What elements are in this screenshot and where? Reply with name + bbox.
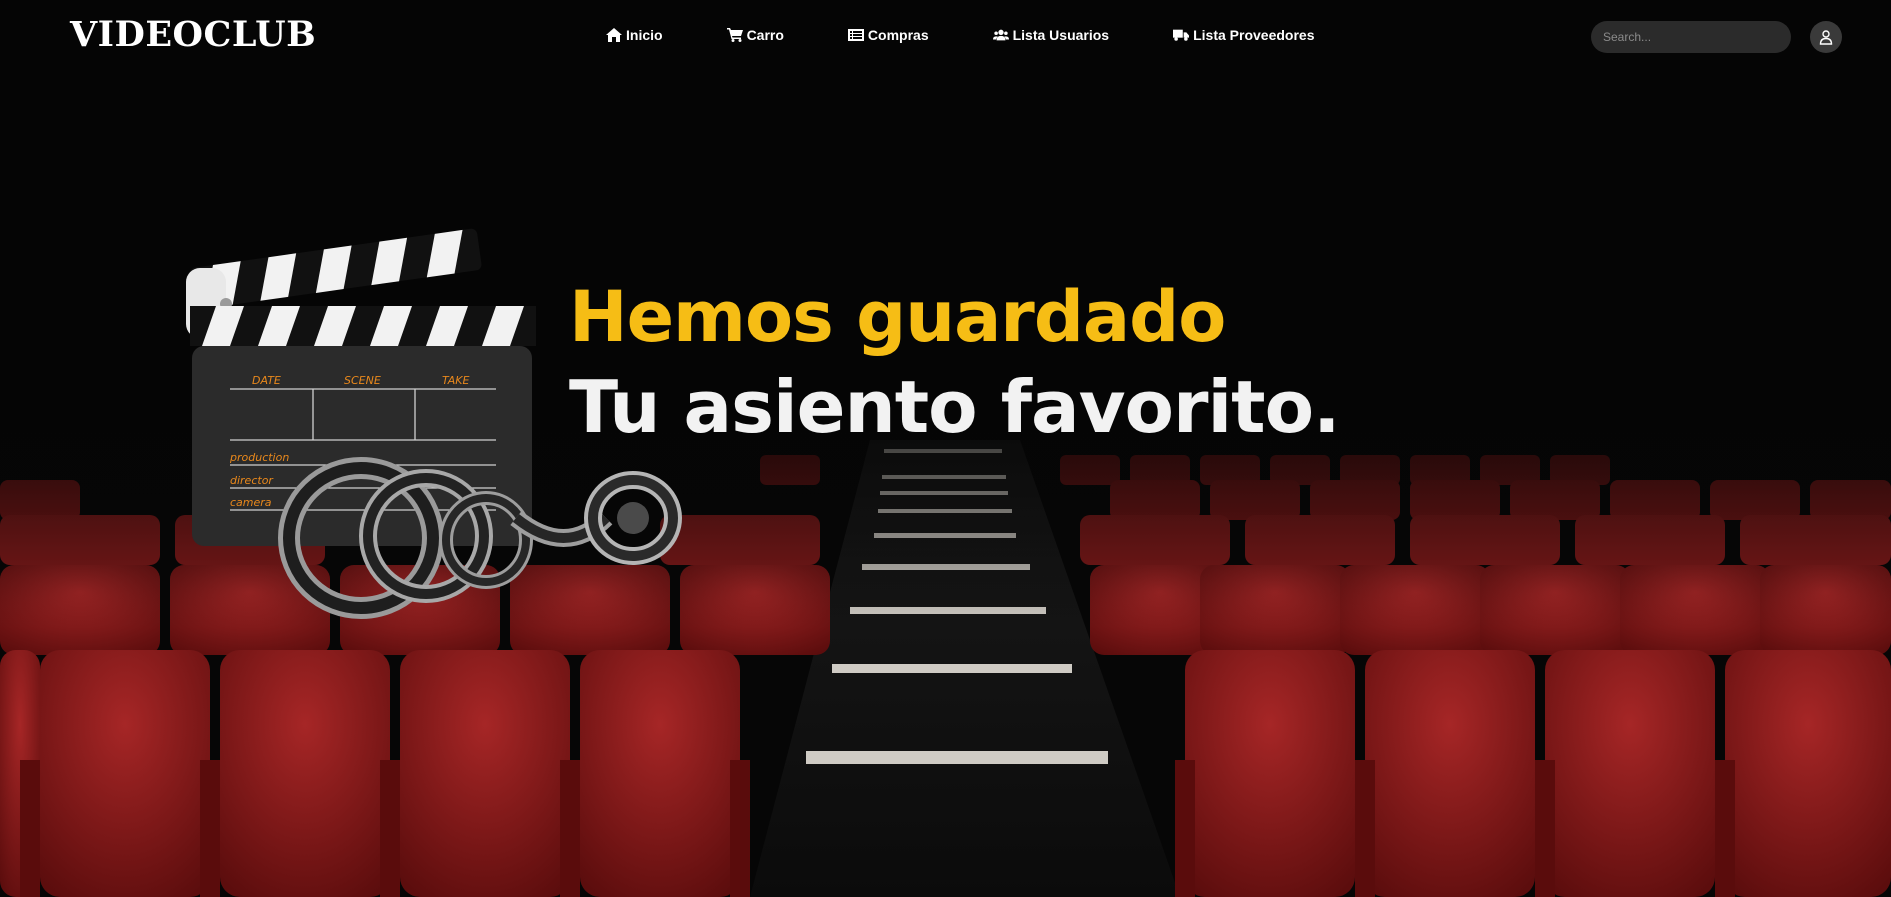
user-icon: [1819, 30, 1833, 45]
nav-item-label: Carro: [746, 27, 784, 43]
hero-headline-line1: Hemos guardado: [569, 276, 1226, 358]
clapper-take-label: TAKE: [442, 374, 469, 387]
nav-item-carro[interactable]: Carro: [726, 27, 784, 43]
receipt-icon: [847, 29, 864, 41]
nav-item-label: Lista Proveedores: [1193, 27, 1315, 43]
clapper-camera-label: camera: [230, 496, 272, 509]
user-avatar-button[interactable]: [1810, 21, 1842, 53]
users-icon: [992, 29, 1009, 41]
clapper-production-label: production: [229, 451, 289, 464]
brand-logo[interactable]: VIDEOCLUB: [70, 14, 316, 55]
nav-item-label: Compras: [867, 27, 929, 43]
page: VIDEOCLUB Inicio Carro Compras Lista Usu…: [0, 0, 1891, 897]
navbar: VIDEOCLUB Inicio Carro Compras Lista Usu…: [0, 0, 1891, 76]
nav-item-compras[interactable]: Compras: [847, 27, 929, 43]
clapper-date-label: DATE: [252, 374, 281, 387]
nav-item-lista-proveedores[interactable]: Lista Proveedores: [1173, 27, 1314, 43]
nav-links: Inicio Carro Compras Lista Usuarios List…: [606, 27, 1314, 43]
search-input[interactable]: [1591, 21, 1791, 53]
nav-item-label: Inicio: [626, 27, 663, 43]
nav-item-label: Lista Usuarios: [1012, 27, 1110, 43]
clapper-director-label: director: [230, 474, 274, 487]
nav-item-lista-usuarios[interactable]: Lista Usuarios: [992, 27, 1110, 43]
cart-icon: [726, 28, 743, 42]
truck-icon: [1173, 29, 1190, 41]
hero-headline-line2: Tu asiento favorito.: [569, 365, 1340, 449]
clapper-scene-label: SCENE: [344, 374, 381, 387]
nav-item-inicio[interactable]: Inicio: [606, 27, 663, 43]
home-icon: [606, 28, 622, 42]
